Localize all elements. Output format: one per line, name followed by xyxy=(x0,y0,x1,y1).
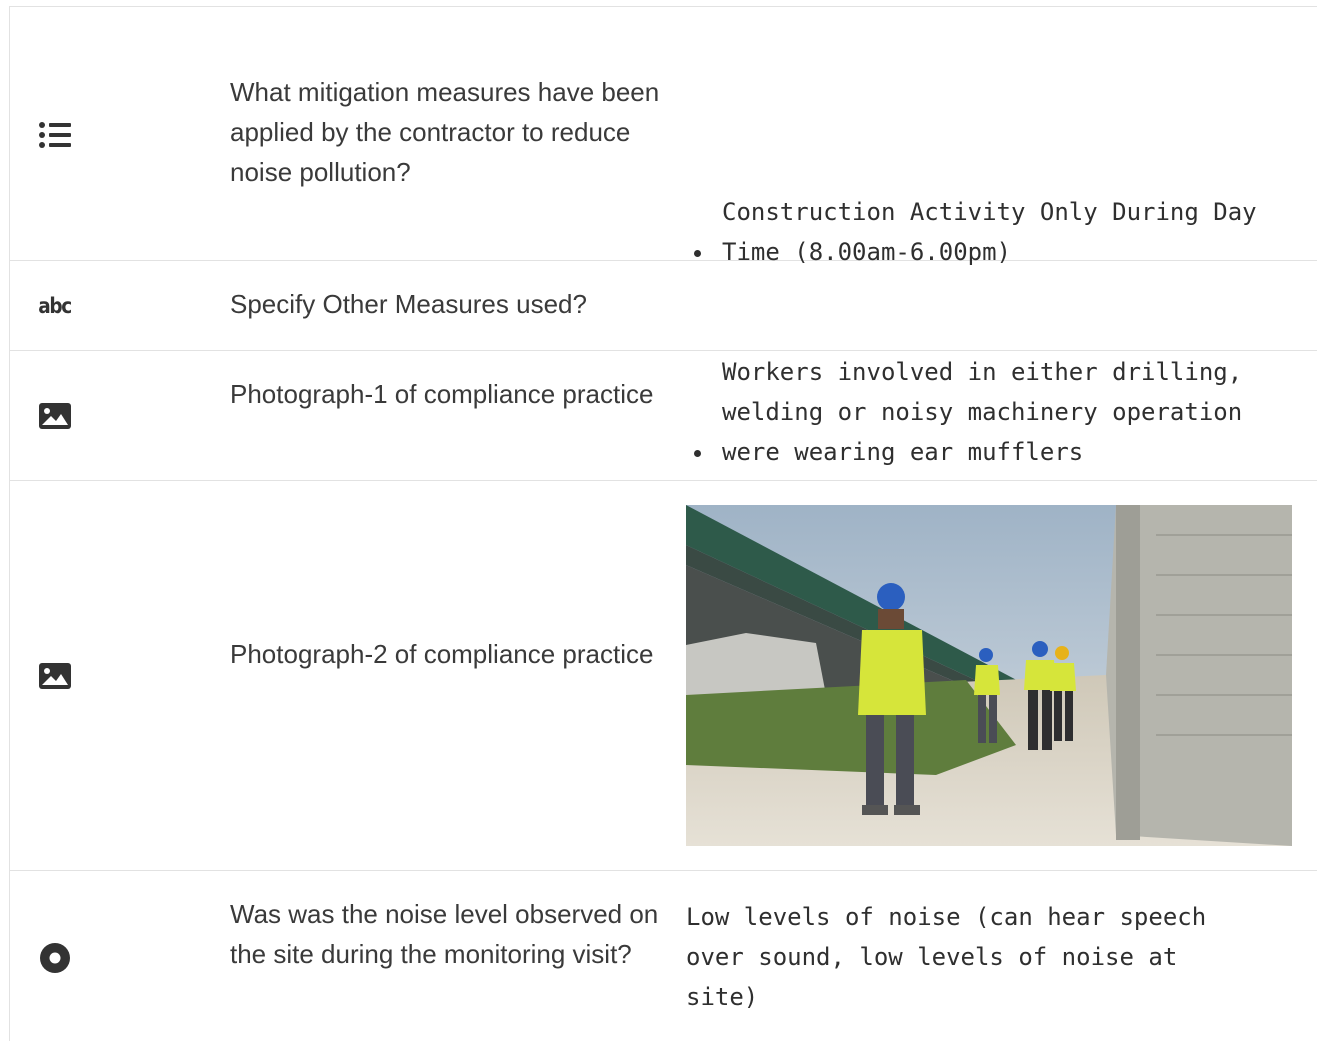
table-row: Photograph-1 of compliance practice xyxy=(10,351,1317,481)
question-text: Photograph-1 of compliance practice xyxy=(230,379,654,409)
construction-site-photo xyxy=(686,505,1292,846)
image-icon xyxy=(38,659,72,693)
list-icon xyxy=(38,118,72,152)
question-text: Was was the noise level observed on the … xyxy=(230,899,659,969)
image-icon xyxy=(38,399,72,433)
question-text: Photograph-2 of compliance practice xyxy=(230,639,654,669)
question-text: What mitigation measures have been appli… xyxy=(230,77,660,187)
survey-table: What mitigation measures have been appli… xyxy=(9,6,1317,1041)
radio-icon xyxy=(38,941,72,975)
table-row: abc Specify Other Measures used? xyxy=(10,261,1317,351)
table-row: Was was the noise level observed on the … xyxy=(10,871,1317,1041)
table-row: Photograph-2 of compliance practice xyxy=(10,481,1317,871)
question-text: Specify Other Measures used? xyxy=(230,289,587,319)
bullet-icon xyxy=(694,250,701,257)
list-item: Construction Activity Only During Day Ti… xyxy=(686,192,1257,272)
answer-text: Low levels of noise (can hear speech ove… xyxy=(686,903,1207,1011)
table-row: What mitigation measures have been appli… xyxy=(10,7,1317,466)
text-icon: abc xyxy=(38,294,73,318)
